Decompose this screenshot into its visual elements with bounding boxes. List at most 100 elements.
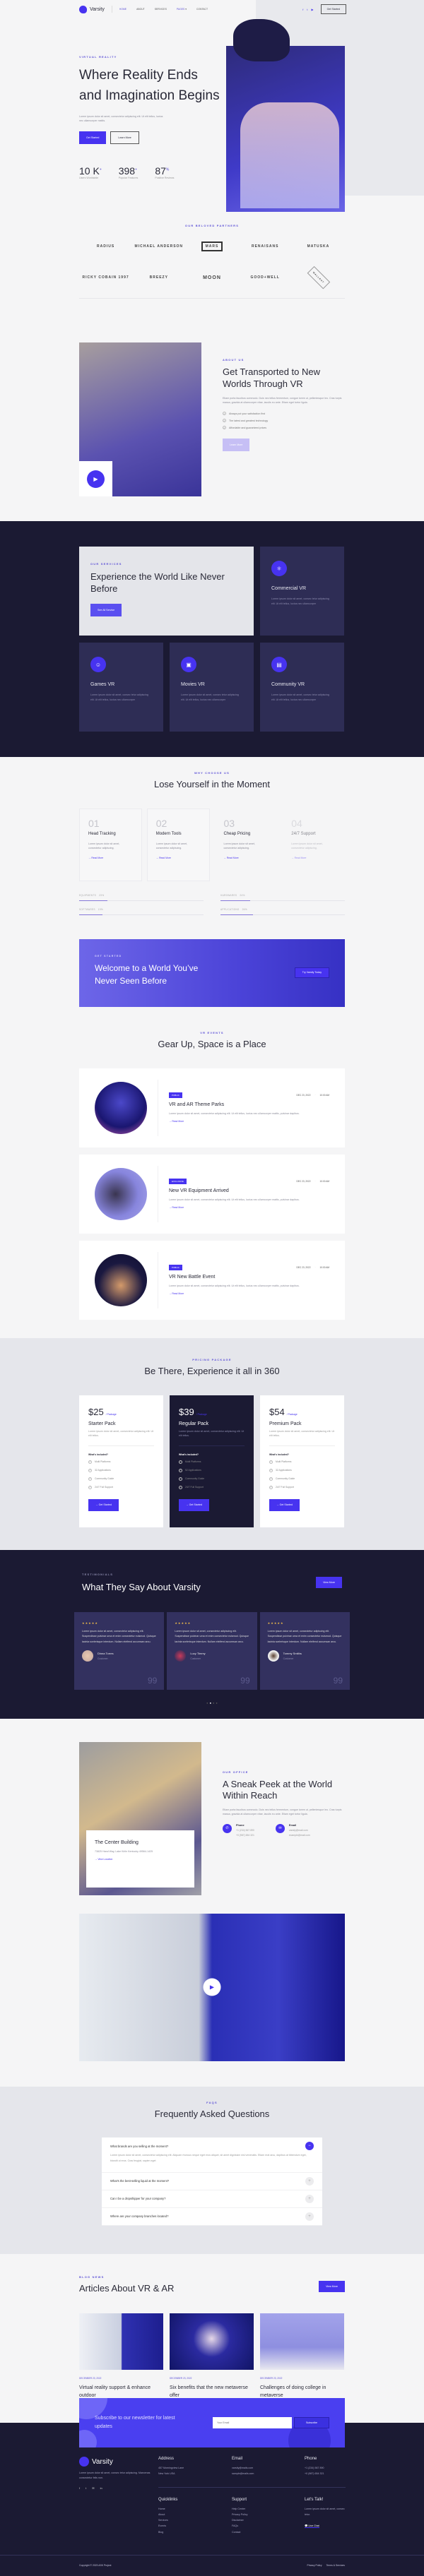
- read-more-link[interactable]: → Read More: [291, 857, 336, 859]
- carousel-dot[interactable]: ●: [206, 1701, 208, 1705]
- linkedin-icon[interactable]: in: [100, 2486, 102, 2490]
- hero-learn-more-button[interactable]: Learn More: [110, 131, 139, 145]
- privacy-policy-link[interactable]: Privacy Policy: [307, 2564, 322, 2567]
- nav-item-contact[interactable]: CONTACT: [196, 8, 208, 11]
- footer-link[interactable]: Disclaimer: [232, 2517, 305, 2523]
- avatar: [82, 1650, 93, 1662]
- hero-get-started-button[interactable]: Get Started: [79, 131, 107, 145]
- phone-number[interactable]: +1 (234) 567 890: [236, 1828, 254, 1833]
- blog-post[interactable]: DECEMBER 23, 2022 Challenges of doing col…: [260, 2313, 344, 2405]
- footer-link[interactable]: sample@mails.com: [232, 2471, 305, 2476]
- blog-title[interactable]: Six benefits that the new metaverse offe…: [170, 2384, 254, 2399]
- plan-price-value: $39: [179, 1406, 194, 1417]
- read-more-link[interactable]: → Read More: [88, 857, 133, 859]
- feature-card[interactable]: 03 Cheap Pricing Lorem ipsum dolor sit ame…: [215, 809, 278, 881]
- faq-item[interactable]: Where are your company branches located?…: [102, 2208, 322, 2226]
- service-card[interactable]: ☺ Games VR Lorem ipsum dolor sit amet, c…: [79, 643, 163, 732]
- footer-logo[interactable]: Varsity: [79, 2457, 158, 2467]
- nav-item-about[interactable]: ABOUT: [136, 8, 145, 11]
- blog-post[interactable]: DECEMBER 23, 2022 Six benefits that the n…: [170, 2313, 254, 2405]
- footer-link[interactable]: About: [158, 2512, 232, 2517]
- live-chat-link[interactable]: 💬 Live Chat: [305, 2524, 319, 2529]
- footer-link[interactable]: varsity@mails.com: [232, 2465, 305, 2471]
- read-more-link[interactable]: → Read More: [169, 1120, 329, 1123]
- faq-question[interactable]: Where are your company branches located?…: [110, 2208, 314, 2225]
- view-more-testimonials-button[interactable]: View More: [316, 1576, 342, 1588]
- footer-link[interactable]: Contact: [232, 2529, 305, 2535]
- blog-image[interactable]: [79, 2313, 163, 2370]
- plus-icon[interactable]: +: [305, 2194, 314, 2203]
- get-started-button[interactable]: → Get Started: [88, 1498, 119, 1511]
- faq-question[interactable]: What brands are you selling at the momen…: [110, 2137, 314, 2154]
- newsletter-email-input[interactable]: [213, 2417, 292, 2429]
- feature-card[interactable]: 02 Modern Tools Lorem ipsum dolor sit amet…: [146, 808, 210, 881]
- facebook-icon[interactable]: f: [302, 8, 303, 11]
- footer-link[interactable]: Home: [158, 2506, 232, 2512]
- plus-icon[interactable]: +: [305, 2176, 314, 2186]
- read-more-link[interactable]: → Read More: [156, 857, 201, 859]
- faq-question[interactable]: What's the best-selling liquid at the mo…: [110, 2173, 314, 2190]
- terms-link[interactable]: Terms & Services: [326, 2564, 345, 2567]
- office-email: ✉ Email varsity@mail.com example@mail.com: [275, 1823, 310, 1839]
- view-location-link[interactable]: → View Location: [95, 1858, 186, 1861]
- view-more-blog-button[interactable]: View More: [319, 2280, 345, 2292]
- carousel-dot[interactable]: ●: [216, 1701, 217, 1705]
- faq-item[interactable]: Can I be a dropshipper for your company?…: [102, 2190, 322, 2208]
- author-info: Dinna Torres Customer: [98, 1652, 114, 1660]
- try-varsity-button[interactable]: Try Varsity Today: [294, 967, 329, 978]
- newsletter-banner: Subscribe to our newsletter for latest u…: [79, 2398, 345, 2448]
- nav-item-services[interactable]: SERVICES: [155, 8, 167, 11]
- footer-link[interactable]: +0 (987) 654 321: [305, 2471, 346, 2476]
- facebook-icon[interactable]: f: [79, 2486, 80, 2490]
- blog-post[interactable]: DECEMBER 23, 2022 Virtual reality support…: [79, 2313, 163, 2405]
- service-card[interactable]: ⚛ Commercial VR Lorem ipsum dolor sit am…: [260, 547, 344, 636]
- about-learn-more-button[interactable]: Learn More: [223, 439, 250, 451]
- email-address[interactable]: example@mail.com: [289, 1833, 310, 1838]
- footer-link[interactable]: FAQs: [232, 2523, 305, 2529]
- feature-card[interactable]: 04 24/7 Support Lorem ipsum dolor sit amet…: [282, 809, 345, 881]
- blog-title[interactable]: Challenges of doing college in metaverse: [260, 2384, 344, 2399]
- read-more-link[interactable]: → Read More: [224, 857, 269, 859]
- faq-question[interactable]: Can I be a dropshipper for your company?…: [110, 2190, 314, 2207]
- minus-icon[interactable]: −: [305, 2142, 314, 2151]
- mail-icon[interactable]: ✉: [92, 2486, 94, 2490]
- play-icon[interactable]: ▶: [203, 1978, 221, 1996]
- phone-number[interactable]: +0 (987) 654 321: [236, 1833, 254, 1838]
- carousel-dot[interactable]: ●: [213, 1701, 214, 1705]
- blog-image[interactable]: [170, 2313, 254, 2370]
- service-card[interactable]: ▤ Community VR Lorem ipsum dolor sit ame…: [260, 643, 344, 732]
- blog-title[interactable]: Virtual reality support & enhance outdoo…: [79, 2384, 163, 2399]
- read-more-link[interactable]: → Read More: [169, 1206, 329, 1209]
- email-address[interactable]: varsity@mail.com: [289, 1828, 310, 1833]
- get-started-button[interactable]: → Get Started: [269, 1498, 300, 1511]
- plus-icon[interactable]: +: [305, 2212, 314, 2221]
- play-icon[interactable]: ▶: [87, 470, 105, 488]
- partner-logo: MATUSKA: [307, 244, 330, 249]
- check-icon: ✓: [223, 412, 226, 415]
- stat-label: Positive Reviews: [155, 177, 175, 180]
- service-card[interactable]: ▣ Movies VR Lorem ipsum dolor sit amet, …: [170, 643, 254, 732]
- footer-link[interactable]: Privacy Policy: [232, 2512, 305, 2517]
- footer-link[interactable]: Events: [158, 2523, 232, 2529]
- footer-link[interactable]: Help Center: [232, 2506, 305, 2512]
- nav-get-started-button[interactable]: Get Started: [320, 4, 346, 14]
- feature-label: 32 Applications: [276, 1469, 292, 1472]
- see-all-services-button[interactable]: See All Service: [90, 603, 122, 616]
- get-started-button[interactable]: → Get Started: [179, 1498, 209, 1511]
- carousel-dot[interactable]: ●: [210, 1701, 211, 1705]
- footer: Subscribe to our newsletter for latest u…: [0, 2398, 424, 2576]
- blog-image[interactable]: [260, 2313, 344, 2370]
- read-more-link[interactable]: → Read More: [169, 1292, 329, 1295]
- testimonial-card: ★★★★★ Lorem ipsum dolor sit amet, consect…: [74, 1611, 165, 1690]
- footer-link[interactable]: Blog: [158, 2529, 232, 2535]
- logo[interactable]: Varsity: [79, 5, 105, 13]
- subscribe-button[interactable]: Subscribe: [294, 2417, 329, 2429]
- nav-item-pages[interactable]: PAGES ▾: [177, 8, 187, 11]
- footer-link[interactable]: Services: [158, 2517, 232, 2523]
- faq-item[interactable]: What brands are you selling at the momen…: [102, 2137, 322, 2173]
- feature-card[interactable]: 01 Head Tracking Lorem ipsum dolor sit ame…: [79, 808, 142, 881]
- faq-item[interactable]: What's the best-selling liquid at the mo…: [102, 2173, 322, 2190]
- youtube-icon[interactable]: ▶: [312, 8, 314, 11]
- footer-link[interactable]: +1 (234) 567 890: [305, 2465, 346, 2471]
- nav-item-home[interactable]: HOME: [119, 8, 126, 11]
